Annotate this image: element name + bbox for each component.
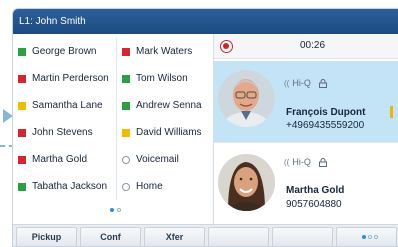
avatar-woman-icon (218, 154, 275, 211)
presence-indicator (18, 74, 26, 83)
blf-label: George Brown (32, 46, 97, 57)
presence-indicator (122, 101, 130, 110)
active-call-card[interactable]: (( Hi-Q François Dupont +4969435559200 (214, 61, 398, 142)
blf-label: Samantha Lane (32, 100, 103, 111)
blf-label: David Williams (136, 127, 202, 138)
softkey-bar: Pickup Conf Xfer (13, 224, 398, 246)
presence-indicator (18, 101, 26, 110)
hd-label: Hi-Q (292, 78, 311, 88)
blf-column-right: Mark Waters Tom Wilson Andrew Senna Davi… (116, 38, 213, 200)
xfer-softkey[interactable]: Xfer (144, 227, 205, 246)
call-status-marker (390, 106, 393, 118)
blf-item[interactable]: Tom Wilson (117, 65, 213, 92)
empty-softkey[interactable] (272, 227, 333, 246)
blf-label: Tabatha Jackson (32, 181, 108, 192)
blf-item[interactable]: John Stevens (13, 119, 116, 146)
phone-screen: L1: John Smith George Brown Martin Perde… (12, 8, 398, 247)
call-panel: 00:26 (( Hi-Q François Dupont +496943555… (214, 34, 398, 224)
blf-item[interactable]: David Williams (117, 119, 213, 146)
blf-label: Martha Gold (32, 154, 88, 165)
home-key[interactable]: Home (117, 173, 213, 200)
blf-item[interactable]: Mark Waters (117, 38, 213, 65)
caller-name: Martha Gold (286, 185, 345, 196)
blf-label: Home (136, 181, 163, 192)
hd-audio-indicator: (( Hi-Q (284, 157, 327, 167)
page-dot (374, 235, 378, 239)
call-header: 00:26 (214, 34, 398, 59)
blf-item[interactable]: Martin Perderson (13, 65, 116, 92)
blf-label: Mark Waters (136, 46, 193, 57)
lock-icon (318, 78, 327, 88)
softkey-page-indicator (362, 235, 378, 239)
held-call-card[interactable]: (( Hi-Q Martha Gold 9057604880 (214, 142, 398, 223)
caller-name: François Dupont (286, 107, 366, 118)
page-dot (117, 208, 121, 212)
presence-indicator (18, 182, 26, 191)
blf-label: Voicemail (136, 154, 179, 165)
page-dot-active (110, 208, 114, 212)
empty-softkey[interactable] (208, 227, 269, 246)
page-dot (368, 235, 372, 239)
blf-item[interactable]: Tabatha Jackson (13, 173, 116, 200)
presence-indicator (18, 128, 26, 137)
hd-audio-indicator: (( Hi-Q (284, 78, 327, 88)
presence-indicator (122, 74, 130, 83)
blf-item[interactable]: Martha Gold (13, 146, 116, 173)
lock-icon (318, 157, 327, 167)
avatar-man-icon (218, 70, 275, 127)
avatar (218, 70, 275, 127)
presence-indicator (18, 155, 26, 164)
unassigned-indicator (122, 182, 130, 191)
presence-indicator (122, 128, 130, 137)
line-label: L1: John Smith (19, 16, 86, 27)
blf-column-left: George Brown Martin Perderson Samantha L… (13, 38, 116, 200)
more-softkey[interactable] (336, 227, 397, 246)
wave-icon: (( (284, 78, 290, 88)
caller-number: +4969435559200 (286, 120, 365, 131)
blf-label: Martin Perderson (32, 73, 109, 84)
blf-item[interactable]: Samantha Lane (13, 92, 116, 119)
blf-label: Tom Wilson (136, 73, 188, 84)
blf-panel: George Brown Martin Perderson Samantha L… (13, 34, 213, 224)
blf-page-indicator (110, 208, 121, 212)
presence-indicator (122, 47, 130, 56)
wave-icon: (( (284, 157, 290, 167)
title-bar: L1: John Smith (13, 9, 398, 34)
blf-item[interactable]: Andrew Senna (117, 92, 213, 119)
blf-label: Andrew Senna (136, 100, 202, 111)
voicemail-key[interactable]: Voicemail (117, 146, 213, 173)
hd-label: Hi-Q (292, 157, 311, 167)
blf-label: John Stevens (32, 127, 93, 138)
record-icon[interactable] (220, 40, 233, 53)
presence-indicator (18, 47, 26, 56)
blf-item[interactable]: George Brown (13, 38, 116, 65)
caller-number: 9057604880 (286, 199, 342, 210)
avatar (218, 154, 275, 211)
call-timer: 00:26 (300, 40, 326, 51)
unassigned-indicator (122, 155, 130, 164)
conf-softkey[interactable]: Conf (80, 227, 141, 246)
pickup-softkey[interactable]: Pickup (16, 227, 77, 246)
page-dot-active (362, 235, 366, 239)
